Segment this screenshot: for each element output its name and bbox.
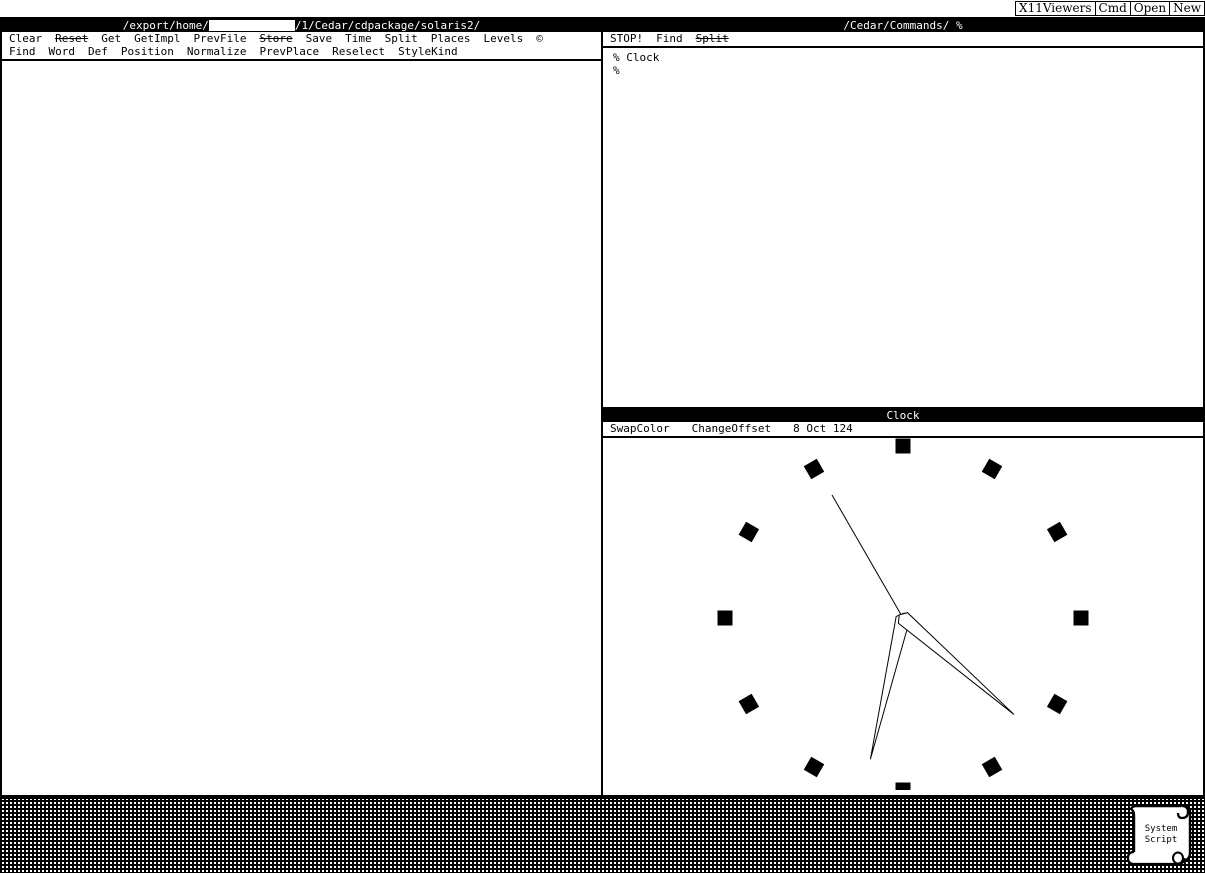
file-menu-item-store[interactable]: Store [259, 32, 292, 45]
file-menu-item-stylekind[interactable]: StyleKind [398, 45, 458, 58]
file-menu-item-reselect[interactable]: Reselect [332, 45, 385, 58]
clock-title: Clock [886, 409, 920, 422]
command-viewer-window: /Cedar/Commands/ % STOP! Find Split % Cloc… [601, 17, 1205, 409]
clock-hour-marker [1073, 610, 1089, 626]
file-menu-item-get[interactable]: Get [101, 32, 121, 45]
clock-hour-marker [1046, 693, 1068, 715]
command-output-line: % [613, 64, 620, 77]
clock-titlebar[interactable]: Clock [603, 409, 1203, 422]
file-menu-item-places[interactable]: Places [431, 32, 471, 45]
clock-hour-marker [895, 782, 911, 790]
desktop-background: System Script [0, 797, 1205, 873]
file-viewer-title-right: /1/Cedar/cdpackage/solaris2/ [294, 19, 481, 32]
file-menu-item-getimpl[interactable]: GetImpl [134, 32, 180, 45]
file-menu-item-reset[interactable]: Reset [55, 32, 88, 45]
file-menu-item-normalize[interactable]: Normalize [187, 45, 247, 58]
command-viewer-title: /Cedar/Commands/ % [843, 19, 963, 32]
file-viewer-window: /export/home/ /1/Cedar/cdpackage/solaris2… [0, 17, 603, 797]
open-button[interactable]: Open [1129, 1, 1170, 16]
clock-hour-marker [981, 458, 1003, 480]
clock-date-label: 8 Oct 124 [793, 422, 853, 435]
command-menu-item-find[interactable]: Find [656, 32, 683, 45]
file-viewer-menubar: Clear Reset Get GetImpl PrevFile Store Save Tim… [2, 32, 601, 61]
clock-window: Clock SwapColor ChangeOffset 8 Oct 124 [601, 407, 1205, 797]
command-output-area[interactable]: % Clock% [603, 48, 1203, 77]
file-viewer-text-area[interactable] [2, 61, 601, 64]
system-bar-buttons: X11Viewers Cmd Open New [1015, 1, 1205, 16]
command-menu-item-split[interactable]: Split [696, 32, 729, 45]
command-viewer-titlebar[interactable]: /Cedar/Commands/ % [603, 19, 1203, 32]
clock-hour-hand [897, 612, 1015, 715]
file-viewer-title-left: /export/home/ [122, 19, 209, 32]
command-viewer-menu-row-1: STOP! Find Split [603, 32, 1203, 45]
x11viewers-button[interactable]: X11Viewers [1015, 1, 1095, 16]
clock-face-graphic [717, 438, 1089, 790]
clock-hour-marker [738, 521, 760, 543]
system-script-icon[interactable]: System Script [1122, 802, 1200, 868]
clock-menu-item-changeoffset[interactable]: ChangeOffset [692, 422, 771, 435]
file-menu-item-split[interactable]: Split [385, 32, 418, 45]
cedar-desktop-screen: X11Viewers Cmd Open New /export/home/ /1/… [0, 0, 1205, 873]
clock-hour-marker [803, 756, 825, 778]
file-viewer-menu-row-1: Clear Reset Get GetImpl PrevFile Store Save Tim… [2, 32, 601, 45]
clock-hour-marker [981, 756, 1003, 778]
file-menu-item-position[interactable]: Position [121, 45, 174, 58]
file-menu-item-[interactable]: © [536, 32, 543, 45]
file-menu-item-prevplace[interactable]: PrevPlace [259, 45, 319, 58]
file-menu-item-word[interactable]: Word [49, 45, 76, 58]
clock-hour-marker [895, 438, 911, 454]
clock-menubar: SwapColor ChangeOffset 8 Oct 124 [603, 422, 1203, 438]
clock-menu-item-swapcolor[interactable]: SwapColor [610, 422, 670, 435]
cmd-button[interactable]: Cmd [1094, 1, 1130, 16]
file-viewer-menu-row-2: Find Word Def Position Normalize PrevPlace Res… [2, 45, 601, 58]
clock-minute-hand [869, 612, 911, 760]
clock-hour-marker [1046, 521, 1068, 543]
new-button[interactable]: New [1169, 1, 1205, 16]
scroll-icon [1126, 804, 1192, 866]
clock-second-hand [831, 494, 904, 619]
clock-hour-marker [803, 458, 825, 480]
command-output-line: % Clock [613, 51, 660, 64]
system-bar: X11Viewers Cmd Open New [0, 0, 1205, 17]
file-menu-item-find[interactable]: Find [9, 45, 36, 58]
file-menu-item-prevfile[interactable]: PrevFile [193, 32, 246, 45]
file-menu-item-clear[interactable]: Clear [9, 32, 42, 45]
command-menu-item-stop[interactable]: STOP! [610, 32, 643, 45]
clock-face[interactable] [603, 438, 1203, 790]
title-gap [208, 20, 295, 31]
file-menu-item-def[interactable]: Def [88, 45, 108, 58]
file-menu-item-save[interactable]: Save [306, 32, 333, 45]
command-viewer-menubar: STOP! Find Split [603, 32, 1203, 48]
file-viewer-titlebar[interactable]: /export/home/ /1/Cedar/cdpackage/solaris2… [2, 19, 601, 32]
clock-hour-marker [738, 693, 760, 715]
file-menu-item-levels[interactable]: Levels [483, 32, 523, 45]
clock-menu-row-1: SwapColor ChangeOffset 8 Oct 124 [603, 422, 1203, 435]
clock-hour-marker [717, 610, 733, 626]
file-menu-item-time[interactable]: Time [345, 32, 372, 45]
